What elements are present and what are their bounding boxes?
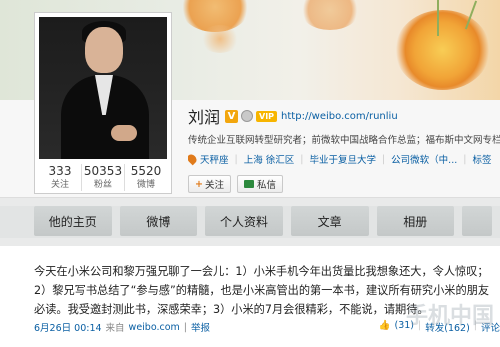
tab-home[interactable]: 他的主页 <box>34 206 112 236</box>
verified-icon[interactable]: V <box>225 109 239 123</box>
stat-following[interactable]: 333 关注 <box>39 164 82 191</box>
stat-label: 微博 <box>136 180 155 190</box>
profile-description: 传统企业互联网转型研究者；前微软中国战略合作总监；福布斯中文网专栏作 <box>188 135 500 146</box>
profile-stats: 333 关注 50353 粉丝 5520 微博 <box>39 164 167 191</box>
vip-badge[interactable]: VIP <box>256 110 278 122</box>
tab-articles[interactable]: 文章 <box>290 206 369 236</box>
stat-value: 333 <box>48 164 72 178</box>
flower-decoration <box>200 25 240 53</box>
profile-url-link[interactable]: http://weibo.com/runliu <box>281 111 398 122</box>
profile-info-row: 天秤座 | 上海 徐汇区 | 毕业于复旦大学 | 公司微软（中... | 标签 <box>188 152 500 166</box>
post-source-link[interactable]: weibo.com <box>129 322 180 333</box>
avatar[interactable] <box>39 17 167 159</box>
info-location-link[interactable]: 上海 徐汇区 <box>244 152 295 166</box>
follow-button[interactable]: + 关注 <box>188 175 231 193</box>
info-tags-link[interactable]: 标签 <box>472 152 491 166</box>
message-label: 私信 <box>256 180 276 191</box>
profile-tabs: 他的主页 微博 个人资料 文章 相册 <box>0 206 500 238</box>
stem-decoration <box>437 0 439 36</box>
watermark: 手机中国 <box>405 304 494 329</box>
stat-value: 50353 <box>83 164 123 178</box>
info-company-link[interactable]: 公司微软（中... <box>391 152 457 166</box>
post-source-prefix: 来自 <box>105 323 125 334</box>
location-pin-icon <box>188 152 199 166</box>
weibo-post: 今天在小米公司和黎万强兄聊了一会儿：1）小米手机今年出货量比我想象还大，令人惊叹… <box>0 246 500 347</box>
post-date-link[interactable]: 6月26日 00:14 <box>34 320 102 334</box>
info-school-link[interactable]: 毕业于复旦大学 <box>309 152 376 166</box>
medal-icon[interactable] <box>241 110 254 122</box>
flower-decoration <box>395 10 490 90</box>
like-icon[interactable]: 👍 <box>379 320 391 334</box>
message-button[interactable]: 私信 <box>236 175 283 193</box>
profile-actions: + 关注 私信 <box>188 175 283 193</box>
stat-label: 粉丝 <box>93 180 112 190</box>
profile-name-row: 刘润 V VIP http://weibo.com/runliu <box>188 106 398 127</box>
follow-label: 关注 <box>204 180 224 191</box>
info-sign-link[interactable]: 天秤座 <box>200 152 229 166</box>
mail-icon <box>243 180 254 188</box>
profile-name: 刘润 <box>188 108 221 127</box>
tab-more[interactable] <box>462 206 492 236</box>
tab-profile-info[interactable]: 个人资料 <box>205 206 283 236</box>
stat-label: 关注 <box>50 180 69 190</box>
stat-followers[interactable]: 50353 粉丝 <box>82 164 125 191</box>
avatar-card: 333 关注 50353 粉丝 5520 微博 <box>34 12 172 194</box>
flower-decoration <box>300 0 360 30</box>
tab-albums[interactable]: 相册 <box>376 206 455 236</box>
report-link[interactable]: 举报 <box>191 320 210 334</box>
tab-weibo[interactable]: 微博 <box>119 206 198 236</box>
stat-posts[interactable]: 5520 微博 <box>125 164 167 191</box>
plus-icon: + <box>195 178 203 190</box>
stat-value: 5520 <box>130 164 162 178</box>
